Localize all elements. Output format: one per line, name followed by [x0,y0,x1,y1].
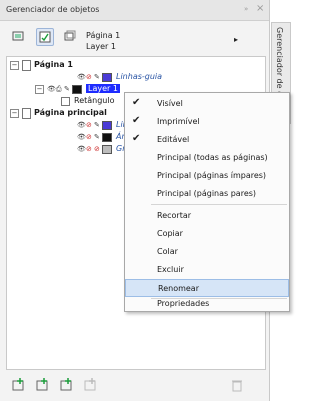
menu-item-label: Imprimível [157,117,200,126]
pencil-icon[interactable]: ✎ [64,85,70,93]
menu-item-label: Propriedades [157,299,210,308]
check-icon: ✔ [132,133,141,144]
menu-item-properties[interactable]: Propriedades [125,299,289,311]
collapse-icon[interactable]: − [35,85,44,94]
page-icon [22,108,31,119]
context-menu: ✔ Visível ✔ Imprimível ✔ Editável Princi… [124,92,290,312]
menu-item-visible[interactable]: ✔ Visível [125,95,289,113]
menu-item-label: Principal (páginas pares) [157,189,257,198]
layer-view-icon [64,30,76,41]
menu-separator [151,204,287,205]
menu-item-label: Principal (todas as páginas) [157,153,268,162]
menu-item-master-odd[interactable]: Principal (páginas ímpares) [125,167,289,185]
menu-item-label: Colar [157,247,178,256]
dock-icon[interactable]: » [244,5,248,13]
menu-item-copy[interactable]: Copiar [125,225,289,243]
page-info-menu-arrow[interactable]: ▸ [234,34,238,45]
pencil-icon[interactable]: ✎ [94,121,100,129]
color-swatch [102,73,112,82]
color-swatch [102,133,112,142]
new-master-layer-even-icon[interactable] [84,378,98,392]
check-icon: ✔ [132,97,141,108]
tree-row-guides[interactable]: 👁 ⊘ ✎ Linhas-guia [7,71,265,83]
menu-item-label: Renomear [158,284,199,293]
tree-label-master-page: Página principal [34,108,107,117]
trash-icon[interactable] [230,378,244,392]
eye-icon[interactable]: 👁 [77,133,86,141]
menu-item-master-all[interactable]: Principal (todas as páginas) [125,149,289,167]
new-master-layer-icon[interactable] [36,378,50,392]
layer-manager-view-button[interactable] [62,28,78,44]
collapse-icon[interactable]: − [10,61,19,70]
printer-icon[interactable]: ⊘ [86,121,92,129]
tree-label-rectangle: Retângulo [74,96,115,105]
show-properties-button[interactable] [10,28,26,44]
menu-item-editable[interactable]: ✔ Editável [125,131,289,149]
page-icon [22,60,31,71]
menu-item-delete[interactable]: Excluir [125,261,289,279]
menu-item-label: Recortar [157,211,192,220]
current-layer-label: Layer 1 [86,42,116,51]
color-swatch [72,85,82,94]
color-swatch [102,145,112,154]
current-page-info: Página 1 Layer 1 ▸ [86,30,238,52]
menu-item-label: Visível [157,99,183,108]
properties-icon [12,31,24,41]
menu-item-label: Editável [157,135,190,144]
pencil-icon[interactable]: ✎ [94,73,100,81]
menu-item-paste[interactable]: Colar [125,243,289,261]
edit-across-layers-button[interactable] [36,28,54,46]
printer-icon[interactable]: ⊘ [86,145,92,153]
panel-bottom-toolbar [0,372,269,400]
menu-item-label: Principal (páginas ímpares) [157,171,267,180]
new-layer-icon[interactable] [12,378,26,392]
tree-row-page1[interactable]: − Página 1 [7,59,265,71]
collapse-icon[interactable]: − [10,109,19,118]
panel-toolbar [0,22,269,50]
menu-item-printable[interactable]: ✔ Imprimível [125,113,289,131]
close-icon[interactable]: × [256,3,264,14]
layers-icon [39,31,51,43]
tree-label-guides: Linhas-guia [116,72,163,81]
tree-label-page1: Página 1 [34,60,73,69]
current-page-label: Página 1 [86,31,121,40]
panel-title: Gerenciador de objetos [6,5,100,14]
menu-item-label: Copiar [157,229,183,238]
pencil-icon[interactable]: ✎ [94,133,100,141]
menu-item-label: Excluir [157,265,184,274]
rectangle-icon [61,97,70,106]
check-icon: ✔ [132,115,141,126]
lock-icon[interactable]: ⊘ [94,145,100,153]
eye-icon[interactable]: 👁 [77,121,86,129]
menu-item-cut[interactable]: Recortar [125,207,289,225]
eye-icon[interactable]: 👁 [47,85,56,93]
eye-icon[interactable]: 👁 [77,145,86,153]
color-swatch [102,121,112,130]
printer-icon[interactable]: ⊘ [86,73,92,81]
menu-item-rename[interactable]: Renomear [125,279,289,297]
eye-icon[interactable]: 👁 [77,73,86,81]
printer-icon[interactable]: ⎙ [56,85,62,94]
menu-item-master-even[interactable]: Principal (páginas pares) [125,185,289,203]
tree-label-layer1: Layer 1 [86,84,120,93]
new-master-layer-odd-icon[interactable] [60,378,74,392]
panel-titlebar: Gerenciador de objetos » × [0,0,269,21]
printer-icon[interactable]: ⊘ [86,133,92,141]
